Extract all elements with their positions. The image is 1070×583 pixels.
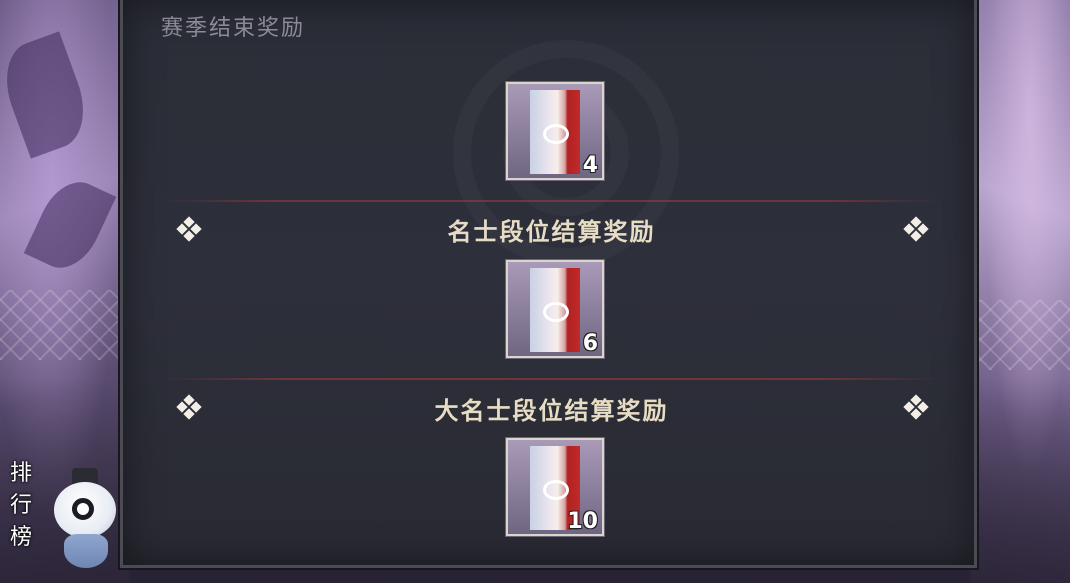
section-divider — [161, 378, 941, 380]
reward-item-mingshi[interactable]: 6 — [506, 260, 604, 358]
section-divider — [161, 200, 941, 202]
diamond-ornament-icon — [903, 216, 929, 242]
panel-title: 赛季结束奖励 — [161, 16, 306, 41]
reward-item-season[interactable]: 4 — [506, 82, 604, 180]
section-heading-mingshi: 名士段位结算奖励 — [447, 217, 656, 246]
season-rewards-panel: 赛季结束奖励 4 名士段位结算奖励 6 大名士段位结算奖励 10 — [120, 0, 977, 568]
section-heading-daimingshi: 大名士段位结算奖励 — [434, 396, 669, 425]
reward-item-daimingshi[interactable]: 10 — [506, 438, 604, 536]
mascot-icon — [54, 468, 116, 568]
diamond-ornament-icon — [903, 394, 929, 420]
leaderboard-label: 排行榜 — [10, 461, 33, 550]
leaderboard-button[interactable]: 排行榜 — [4, 458, 116, 578]
reward-count: 10 — [567, 509, 598, 534]
reward-count: 6 — [582, 331, 598, 356]
reward-count: 4 — [582, 153, 598, 178]
